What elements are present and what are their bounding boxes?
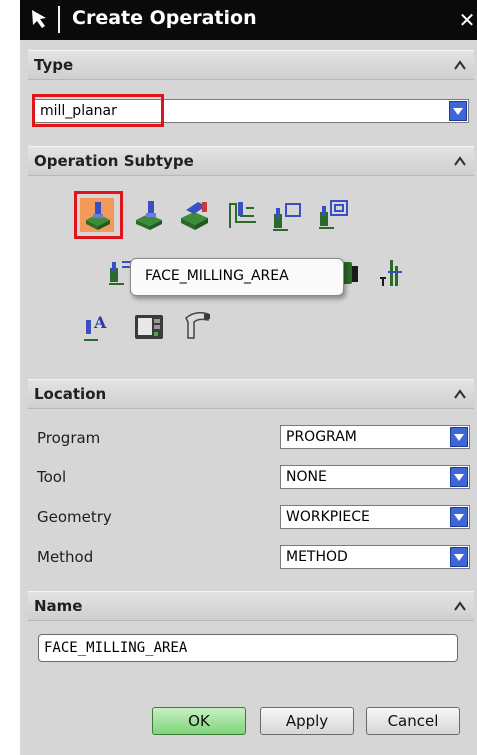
title-bar: Create Operation ✕ — [20, 0, 477, 40]
program-label: Program — [37, 429, 101, 447]
type-section-header[interactable]: Type — [28, 50, 474, 80]
svg-text:A: A — [93, 313, 107, 332]
subtype-highlight-box — [74, 191, 123, 239]
program-dropdown[interactable]: PROGRAM — [280, 425, 470, 449]
subtype-tooltip: FACE_MILLING_AREA — [130, 258, 344, 296]
chevron-up-icon[interactable] — [452, 386, 468, 402]
title-separator — [58, 6, 60, 33]
name-section-label: Name — [34, 597, 83, 615]
location-section-header[interactable]: Location — [28, 379, 474, 409]
close-icon[interactable]: ✕ — [457, 6, 477, 34]
name-input-value: FACE_MILLING_AREA — [44, 640, 188, 656]
chevron-down-icon[interactable] — [450, 507, 468, 527]
planar-mill-icon[interactable] — [226, 198, 260, 232]
geometry-label: Geometry — [37, 508, 112, 526]
method-label: Method — [37, 548, 94, 566]
tool-dropdown-value: NONE — [286, 469, 327, 485]
cleanup-corners-icon[interactable] — [316, 198, 350, 232]
type-highlight-box — [32, 94, 164, 127]
geometry-dropdown-value: WORKPIECE — [286, 509, 370, 525]
name-input[interactable]: FACE_MILLING_AREA — [38, 634, 458, 662]
method-dropdown[interactable]: METHOD — [280, 545, 470, 569]
mill-user-icon[interactable] — [180, 308, 214, 342]
cancel-button[interactable]: Cancel — [366, 707, 460, 735]
chevron-up-icon[interactable] — [452, 598, 468, 614]
face-milling-manual-icon[interactable] — [178, 198, 212, 232]
chevron-down-icon[interactable] — [450, 427, 468, 447]
apply-button[interactable]: Apply — [260, 707, 354, 735]
chevron-down-icon[interactable] — [449, 101, 467, 121]
mill-control-icon[interactable] — [132, 310, 166, 344]
name-section-header[interactable]: Name — [28, 591, 474, 621]
pointer-arrow-icon — [32, 10, 46, 28]
thread-milling-icon[interactable] — [374, 256, 408, 290]
chevron-down-icon[interactable] — [450, 467, 468, 487]
tool-label: Tool — [37, 468, 67, 486]
program-dropdown-value: PROGRAM — [286, 429, 357, 445]
dialog-title: Create Operation — [72, 7, 257, 29]
subtype-section-label: Operation Subtype — [34, 152, 194, 170]
location-section-label: Location — [34, 385, 107, 403]
chevron-up-icon[interactable] — [452, 153, 468, 169]
planar-profile-icon[interactable] — [270, 200, 304, 234]
planar-text-icon[interactable]: A — [82, 310, 116, 344]
ok-button[interactable]: OK — [152, 707, 246, 735]
tooltip-text: FACE_MILLING_AREA — [145, 268, 289, 284]
create-operation-dialog: Create Operation ✕ Type mill_planar Oper… — [20, 0, 477, 755]
tool-dropdown[interactable]: NONE — [280, 465, 470, 489]
type-section-label: Type — [34, 56, 74, 74]
method-dropdown-value: METHOD — [286, 549, 348, 565]
chevron-up-icon[interactable] — [452, 57, 468, 73]
face-milling-icon[interactable] — [132, 198, 166, 232]
subtype-section-header[interactable]: Operation Subtype — [28, 146, 474, 176]
chevron-down-icon[interactable] — [450, 547, 468, 567]
geometry-dropdown[interactable]: WORKPIECE — [280, 505, 470, 529]
